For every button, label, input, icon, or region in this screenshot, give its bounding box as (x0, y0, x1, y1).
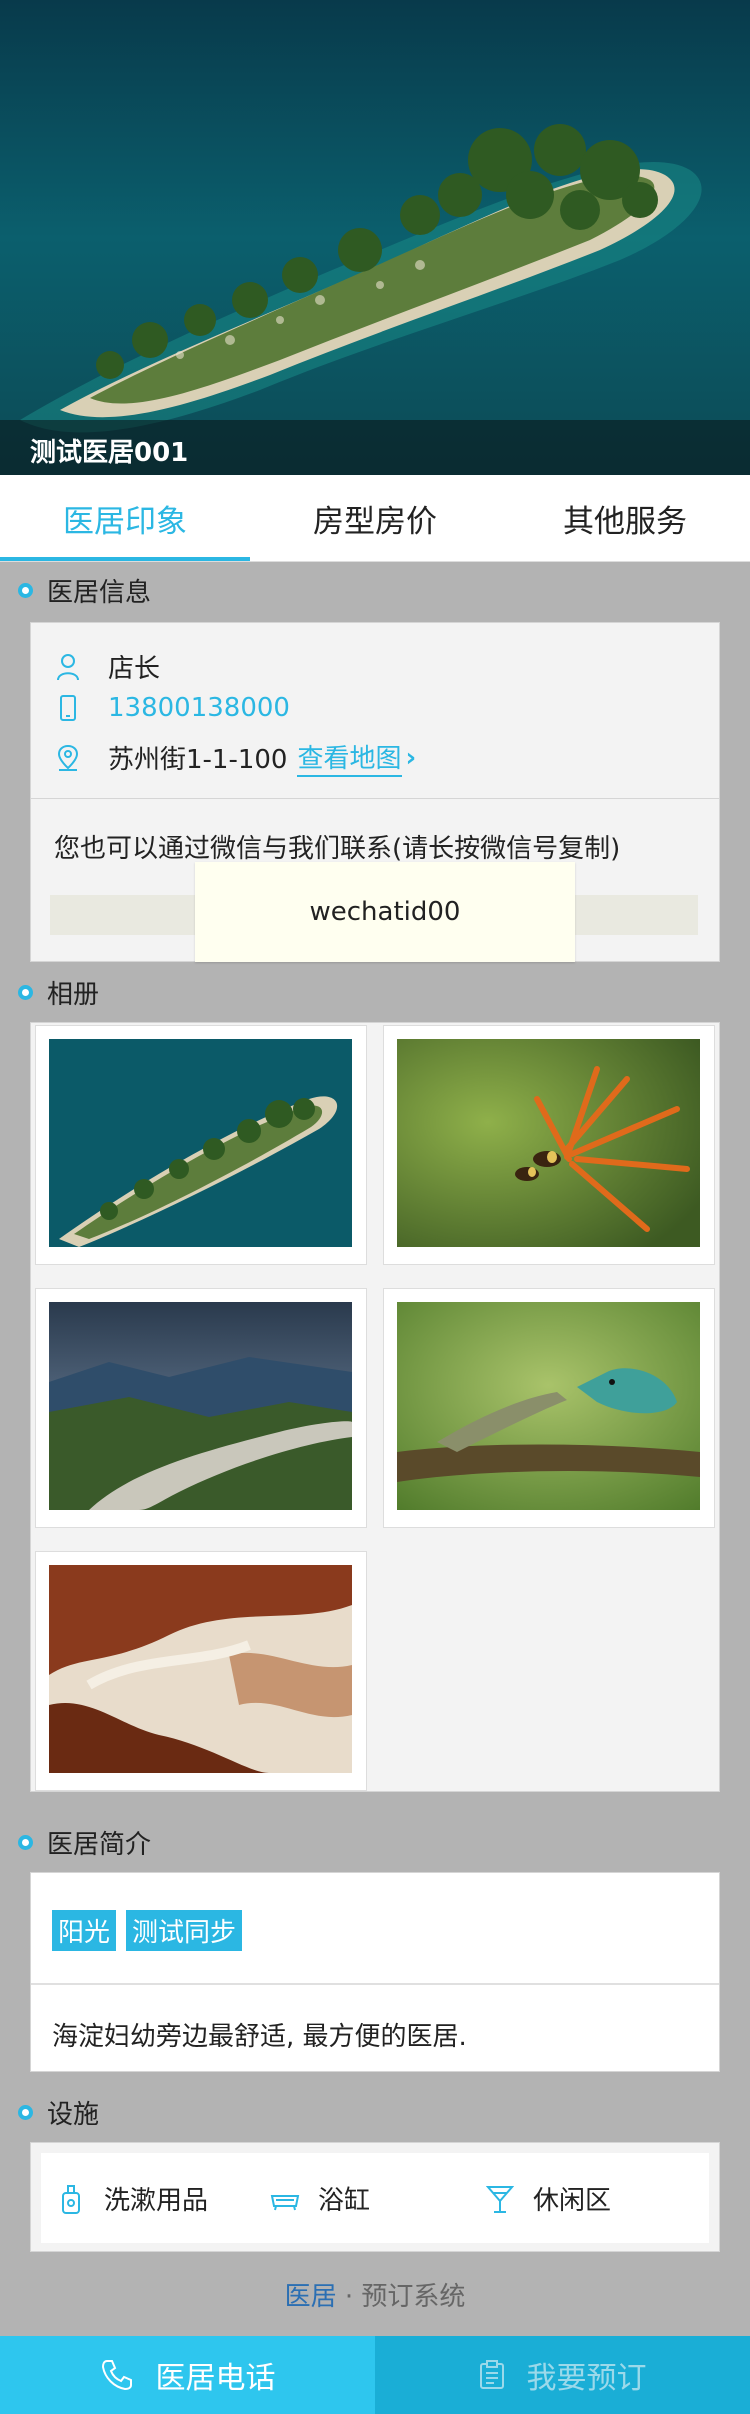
album-photo[interactable] (35, 1551, 367, 1791)
info-section-heading: 医居信息 (18, 570, 151, 610)
phone-row[interactable]: 13800138000 (56, 693, 290, 723)
album-photo[interactable] (383, 1288, 715, 1528)
section-title: 设施 (47, 2099, 100, 2130)
location-pin-icon (56, 743, 80, 773)
marble-texture-photo (49, 1565, 352, 1773)
book-label: 我要预订 (526, 2361, 647, 2396)
call-button[interactable]: 医居电话 (0, 2336, 375, 2414)
person-icon (56, 652, 80, 682)
phone-icon (100, 2358, 134, 2392)
address-text: 苏州街1-1-100 (108, 745, 288, 775)
album-photo[interactable] (383, 1025, 715, 1265)
manager-label: 店长 (108, 654, 161, 684)
call-label: 医居电话 (155, 2361, 276, 2396)
album-photo[interactable] (35, 1025, 367, 1265)
wechat-id[interactable]: wechatid00 (310, 897, 461, 927)
bathtub-icon (270, 2182, 300, 2216)
cocktail-icon (485, 2182, 515, 2216)
footer-brand: 医居 · 预订系统 (0, 2276, 750, 2313)
facility-item: 休闲区 (485, 2180, 611, 2217)
bees-flower-photo (397, 1039, 700, 1247)
mobile-phone-icon (56, 693, 80, 723)
intro-section-heading: 医居简介 (18, 1822, 151, 1862)
manager-row: 店长 (56, 648, 160, 685)
toiletries-icon (56, 2182, 86, 2216)
tab-bar: 医居印象 房型房价 其他服务 (0, 475, 750, 562)
lizards-photo (397, 1302, 700, 1510)
book-button[interactable]: 我要预订 (375, 2336, 750, 2414)
tab-room-prices[interactable]: 房型房价 (250, 475, 500, 561)
bottom-action-bar: 医居电话 我要预订 (0, 2336, 750, 2414)
album-section-heading: 相册 (18, 972, 99, 1012)
wechat-tip-text: 您也可以通过微信与我们联系(请长按微信号复制) (54, 834, 621, 864)
tag-badge: 测试同步 (126, 1910, 243, 1951)
album-photo[interactable] (35, 1288, 367, 1528)
brand-name: 医居 (284, 2282, 337, 2312)
island-photo (49, 1039, 352, 1247)
tab-impression[interactable]: 医居印象 (0, 475, 250, 561)
chevron-right-icon: › (405, 742, 417, 773)
intro-tags: 阳光 测试同步 (52, 1910, 252, 1951)
facility-item: 浴缸 (270, 2180, 370, 2217)
facility-label: 浴缸 (318, 2186, 371, 2216)
section-title: 医居信息 (47, 577, 152, 608)
tab-other-services[interactable]: 其他服务 (500, 475, 750, 561)
tag-badge: 阳光 (52, 1910, 117, 1951)
page-title: 测试医居001 (30, 438, 189, 468)
brand-suffix: · 预订系统 (336, 2282, 466, 2312)
bullet-icon (18, 1834, 33, 1850)
clipboard-icon (479, 2360, 505, 2390)
section-title: 医居简介 (47, 1829, 152, 1860)
intro-description: 海淀妇幼旁边最舒适, 最方便的医居. (52, 2022, 467, 2052)
view-map-link[interactable]: 查看地图 (297, 738, 402, 777)
hero-banner: 测试医居001 (0, 0, 750, 475)
facilities-section-heading: 设施 (18, 2092, 99, 2132)
facility-label: 洗漱用品 (104, 2186, 209, 2216)
section-title: 相册 (47, 979, 100, 1010)
phone-number-link[interactable]: 13800138000 (108, 693, 290, 723)
address-row: 苏州街1-1-100 查看地图 › (56, 738, 416, 777)
bullet-icon (18, 2104, 33, 2120)
facility-label: 休闲区 (533, 2186, 612, 2216)
river-valley-photo (49, 1302, 352, 1510)
bullet-icon (18, 582, 33, 598)
facility-item: 洗漱用品 (56, 2180, 208, 2217)
hero-island-image (0, 0, 750, 475)
bullet-icon (18, 984, 33, 1000)
wechat-id-box[interactable]: wechatid00 (195, 862, 575, 962)
